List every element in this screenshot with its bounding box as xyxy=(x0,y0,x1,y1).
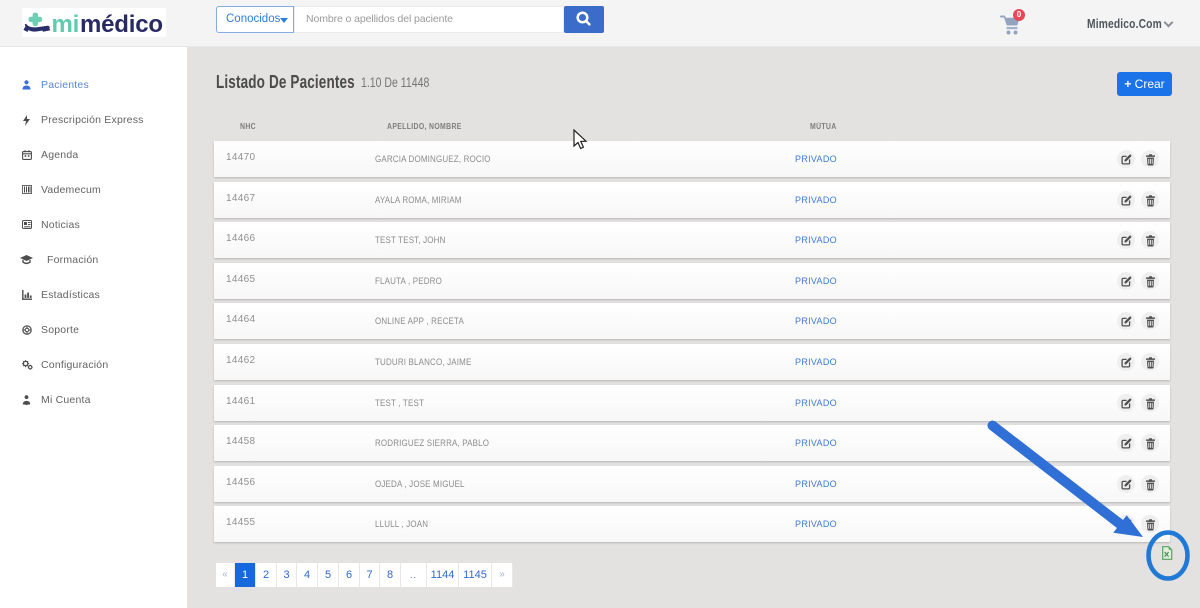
svg-text:médico: médico xyxy=(80,11,163,37)
svg-text:mi: mi xyxy=(52,11,80,37)
